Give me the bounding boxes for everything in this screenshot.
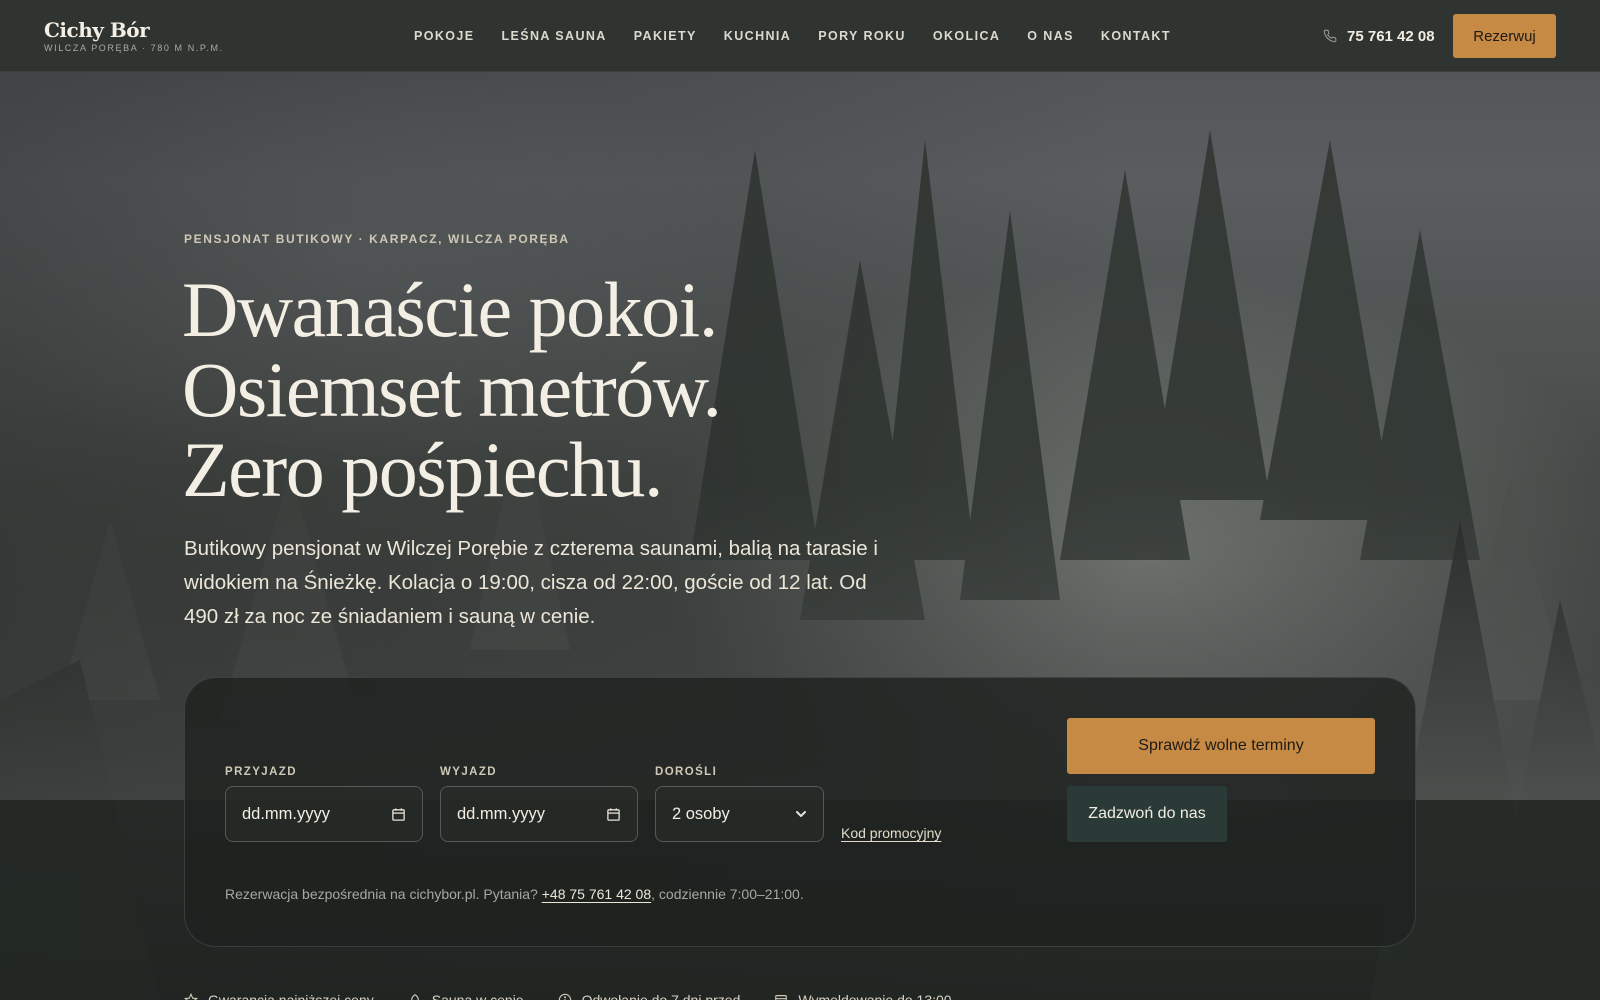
- adults-select-value: 2 osoby: [672, 804, 730, 823]
- nav-item-okolica[interactable]: OKOLICA: [933, 29, 1000, 43]
- departure-date-value: dd.mm.yyyy: [457, 804, 546, 823]
- hero-lead-paragraph: Butikowy pensjonat w Wilczej Porębie z c…: [184, 537, 878, 628]
- arrival-date-input[interactable]: dd.mm.yyyy: [225, 786, 423, 842]
- feature-strip: Gwarancja najniższej ceny Sauna w cenie …: [184, 990, 986, 1000]
- feature-label: Sauna w cenie: [431, 992, 524, 1000]
- brand-subtitle: WILCZA PORĘBA · 780 M N.P.M.: [44, 43, 224, 53]
- feature-item: Odwołanie do 7 dni przed: [558, 992, 741, 1000]
- feature-item: Wymeldowanie do 13:00: [774, 992, 952, 1000]
- main-nav: POKOJE LEŚNA SAUNA PAKIETY KUCHNIA PORY …: [414, 0, 1198, 72]
- promo-code-link[interactable]: Kod promocyjny: [841, 825, 941, 841]
- headline-line-1: Dwanaście pokoi.: [182, 266, 718, 353]
- header-phone-link[interactable]: 75 761 42 08: [1323, 0, 1435, 72]
- adults-label: DOROŚLI: [655, 766, 718, 778]
- top-navigation-bar: Cichy Bór WILCZA PORĘBA · 780 M N.P.M. P…: [0, 0, 1600, 72]
- reserve-button[interactable]: Rezerwuj: [1453, 14, 1556, 58]
- booking-note-suffix: , codziennie 7:00–21:00.: [651, 886, 804, 902]
- phone-icon: [1323, 29, 1337, 43]
- booking-widget: PRZYJAZD dd.mm.yyyy WYJAZD dd.mm.yyyy DO…: [184, 677, 1416, 947]
- departure-date-input[interactable]: dd.mm.yyyy: [440, 786, 638, 842]
- adults-select[interactable]: 2 osoby: [655, 786, 824, 842]
- booking-note-phone-link[interactable]: +48 75 761 42 08: [542, 886, 651, 902]
- arrival-label: PRZYJAZD: [225, 766, 297, 778]
- nav-item-pakiety[interactable]: PAKIETY: [634, 29, 697, 43]
- star-icon: [184, 993, 198, 1000]
- feature-label: Odwołanie do 7 dni przed: [581, 992, 741, 1000]
- calendar-icon[interactable]: [391, 807, 406, 822]
- calendar-icon: [774, 993, 788, 1000]
- nav-item-pokoje[interactable]: POKOJE: [414, 29, 475, 43]
- headline-line-2: Osiemset metrów.: [182, 346, 722, 433]
- hero-eyebrow: PENSJONAT BUTIKOWY · KARPACZ, WILCZA POR…: [184, 232, 570, 246]
- brand-name: Cichy Bór: [44, 18, 150, 42]
- feature-item: Sauna w cenie: [408, 992, 524, 1000]
- hero-headline: Dwanaście pokoi. Osiemset metrów. Zero p…: [182, 266, 722, 513]
- departure-field-group: WYJAZD dd.mm.yyyy: [440, 766, 638, 842]
- check-availability-button[interactable]: Sprawdź wolne terminy: [1067, 718, 1375, 774]
- leaf-icon: [408, 993, 422, 1000]
- booking-note-prefix: Rezerwacja bezpośrednia na cichybor.pl. …: [225, 886, 538, 902]
- arrival-date-value: dd.mm.yyyy: [242, 804, 331, 823]
- nav-item-o-nas[interactable]: O NAS: [1027, 29, 1074, 43]
- feature-label: Wymeldowanie do 13:00: [798, 992, 952, 1000]
- nav-item-lesna-sauna[interactable]: LEŚNA SAUNA: [502, 29, 607, 43]
- call-us-button[interactable]: Zadzwoń do nas: [1067, 786, 1227, 842]
- booking-note: Rezerwacja bezpośrednia na cichybor.pl. …: [225, 886, 804, 902]
- feature-label: Gwarancja najniższej ceny: [208, 992, 374, 1000]
- info-icon: [558, 993, 572, 1000]
- nav-item-kontakt[interactable]: KONTAKT: [1101, 29, 1171, 43]
- brand-logo[interactable]: Cichy Bór WILCZA PORĘBA · 780 M N.P.M.: [44, 18, 224, 53]
- arrival-field-group: PRZYJAZD dd.mm.yyyy: [225, 766, 423, 842]
- header-phone-number: 75 761 42 08: [1347, 27, 1435, 45]
- nav-item-kuchnia[interactable]: KUCHNIA: [724, 29, 791, 43]
- feature-item: Gwarancja najniższej ceny: [184, 992, 374, 1000]
- adults-field-group: DOROŚLI 2 osoby: [655, 766, 824, 842]
- nav-item-pory-roku[interactable]: PORY ROKU: [818, 29, 906, 43]
- headline-line-3: Zero pośpiechu.: [182, 426, 664, 513]
- chevron-down-icon: [795, 808, 807, 820]
- calendar-icon[interactable]: [606, 807, 621, 822]
- departure-label: WYJAZD: [440, 766, 497, 778]
